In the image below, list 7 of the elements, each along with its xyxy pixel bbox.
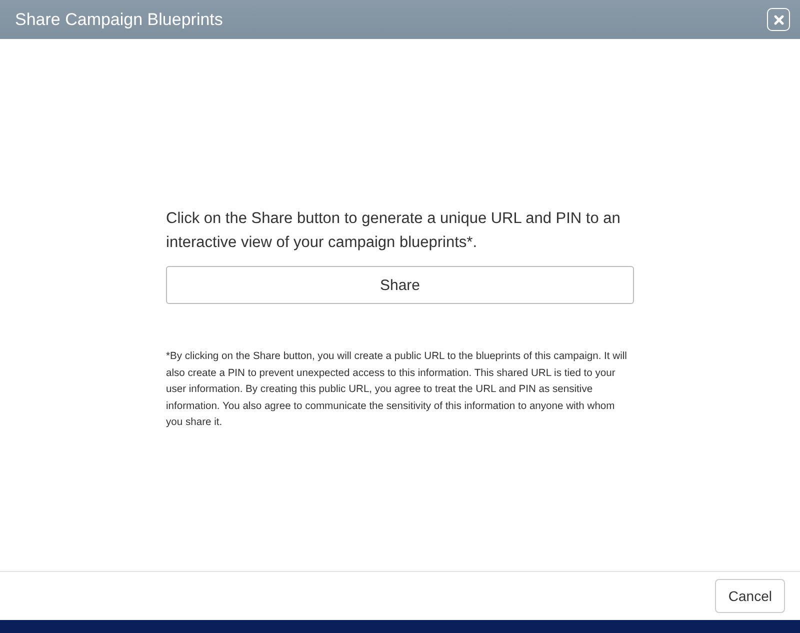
intro-text: Click on the Share button to generate a unique URL and PIN to an interactive view of your campaign blueprints*. [166,209,622,253]
share-button[interactable]: Share [166,266,634,304]
disclaimer-text: *By clicking on the Share button, you will create a public URL to the blueprints of this campaign. It will also create a PIN to prevent unexpected access to this information. This shared URL is tied to your user information. By creating this public URL, you agree to treat the URL and PIN as sensitive information. You also agree to communicate the sensitivity of this information to anyone with whom you share it. [166,350,628,430]
dialog-title: Share Campaign Blueprints [15,10,223,30]
close-icon [774,14,784,24]
close-button[interactable] [767,8,790,31]
cancel-button[interactable]: Cancel [715,579,785,613]
